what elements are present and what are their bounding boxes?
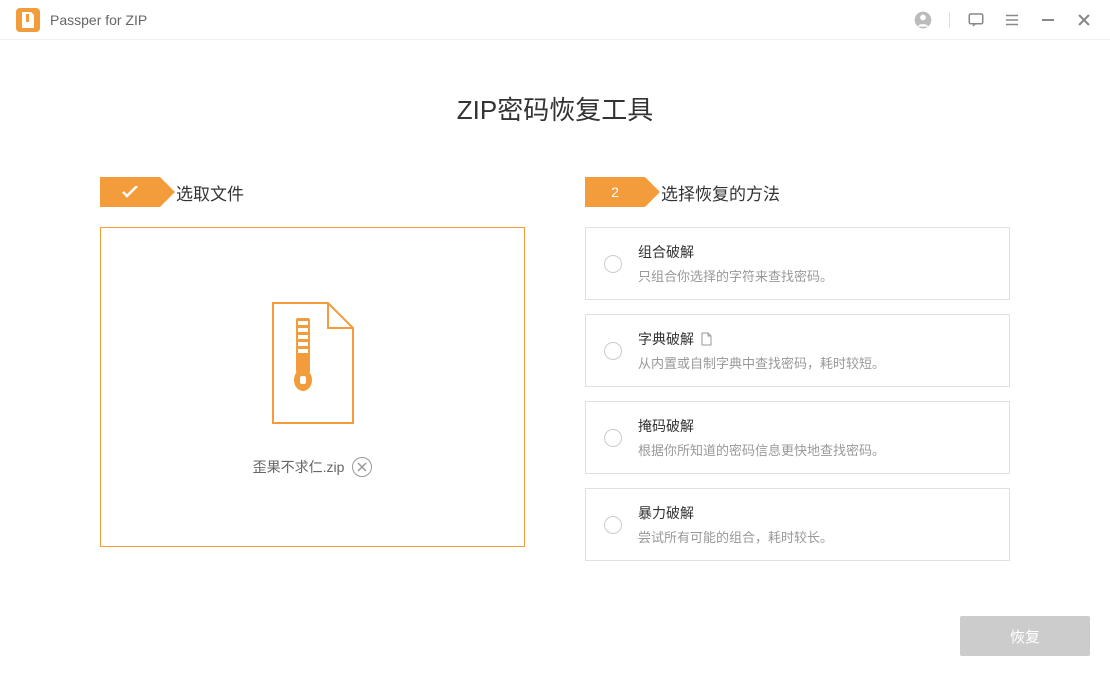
radio-icon (604, 516, 622, 534)
method-list: 组合破解 只组合你选择的字符来查找密码。 字典破解 从内置或自制字典中查找密 (585, 227, 1010, 561)
method-title: 掩码破解 (638, 416, 991, 436)
method-text: 字典破解 从内置或自制字典中查找密码，耗时较短。 (638, 329, 991, 372)
step2-header: 2 选择恢复的方法 (585, 177, 1010, 207)
method-text: 掩码破解 根据你所知道的密码信息更快地查找密码。 (638, 416, 991, 459)
method-combination[interactable]: 组合破解 只组合你选择的字符来查找密码。 (585, 227, 1010, 300)
remove-file-icon[interactable] (352, 457, 372, 477)
page-title: ZIP密码恢复工具 (100, 90, 1010, 127)
file-name: 歪果不求仁.zip (253, 457, 345, 477)
step1-column: 选取文件 (100, 177, 525, 561)
method-title: 组合破解 (638, 242, 991, 262)
footer: 恢复 (960, 616, 1090, 656)
titlebar-controls (913, 10, 1094, 30)
document-icon (700, 332, 712, 346)
check-icon (122, 186, 138, 198)
method-dictionary[interactable]: 字典破解 从内置或自制字典中查找密码，耗时较短。 (585, 314, 1010, 387)
app-logo (16, 8, 40, 32)
method-bruteforce[interactable]: 暴力破解 尝试所有可能的组合，耗时较长。 (585, 488, 1010, 561)
close-icon[interactable] (1074, 10, 1094, 30)
file-name-row: 歪果不求仁.zip (253, 457, 373, 477)
user-icon[interactable] (913, 10, 933, 30)
step2-title: 选择恢复的方法 (661, 180, 780, 205)
step1-header: 选取文件 (100, 177, 525, 207)
method-mask[interactable]: 掩码破解 根据你所知道的密码信息更快地查找密码。 (585, 401, 1010, 474)
feedback-icon[interactable] (966, 10, 986, 30)
main-area: 选取文件 (100, 177, 1010, 561)
step1-title: 选取文件 (176, 180, 244, 205)
step2-column: 2 选择恢复的方法 组合破解 只组合你选择的字符来查找密码。 字典破解 (585, 177, 1010, 561)
step1-badge (100, 177, 160, 207)
method-desc: 尝试所有可能的组合，耗时较长。 (638, 527, 991, 546)
zip-file-icon (268, 298, 358, 433)
menu-icon[interactable] (1002, 10, 1022, 30)
method-desc: 根据你所知道的密码信息更快地查找密码。 (638, 440, 991, 459)
method-desc: 只组合你选择的字符来查找密码。 (638, 266, 991, 285)
radio-icon (604, 342, 622, 360)
app-title: Passper for ZIP (50, 12, 913, 28)
method-desc: 从内置或自制字典中查找密码，耗时较短。 (638, 353, 991, 372)
minimize-icon[interactable] (1038, 10, 1058, 30)
file-dropzone[interactable]: 歪果不求仁.zip (100, 227, 525, 547)
recover-button[interactable]: 恢复 (960, 616, 1090, 656)
separator (949, 12, 950, 28)
method-title: 暴力破解 (638, 503, 991, 523)
radio-icon (604, 429, 622, 447)
zip-logo-icon (21, 12, 35, 28)
method-title: 字典破解 (638, 329, 991, 349)
radio-icon (604, 255, 622, 273)
content: ZIP密码恢复工具 选取文件 (0, 40, 1110, 561)
titlebar: Passper for ZIP (0, 0, 1110, 40)
method-title-text: 字典破解 (638, 329, 694, 349)
step2-badge: 2 (585, 177, 645, 207)
method-text: 暴力破解 尝试所有可能的组合，耗时较长。 (638, 503, 991, 546)
method-text: 组合破解 只组合你选择的字符来查找密码。 (638, 242, 991, 285)
